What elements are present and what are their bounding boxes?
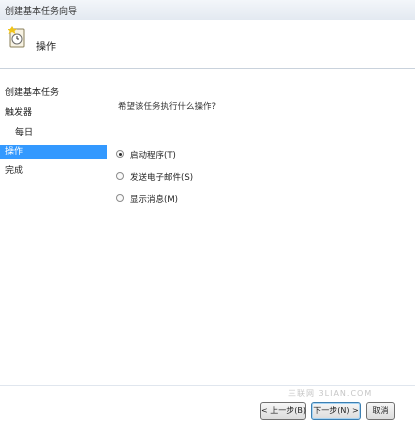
radio-button[interactable] (116, 172, 124, 180)
radio-label: 显示消息(M) (130, 195, 178, 205)
wizard-steps-nav: 创建基本任务 触发器 每日 操作 完成 (0, 86, 107, 386)
nav-item-daily[interactable]: 每日 (0, 126, 107, 140)
radio-label: 发送电子邮件(S) (130, 173, 194, 183)
footer-divider (0, 385, 415, 386)
wizard-content: 希望该任务执行什么操作? 启动程序(T) 发送电子邮件(S) 显示消息(M) (108, 68, 415, 398)
cancel-button[interactable]: 取消 (366, 402, 395, 420)
title-bar: 创建基本任务向导 (0, 0, 415, 20)
nav-item-trigger[interactable]: 触发器 (0, 106, 107, 120)
radio-button[interactable] (116, 194, 124, 202)
nav-item-create-basic-task[interactable]: 创建基本任务 (0, 86, 107, 100)
window-title: 创建基本任务向导 (5, 7, 78, 17)
action-question: 希望该任务执行什么操作? (118, 102, 217, 112)
nav-item-finish[interactable]: 完成 (0, 164, 107, 178)
nav-item-label: 操作 (5, 147, 24, 157)
task-scheduler-icon (8, 26, 25, 48)
next-button[interactable]: 下一步(N) > (311, 402, 361, 420)
page-heading: 操作 (36, 42, 56, 53)
watermark: 三联网 3LIAN.COM (288, 389, 373, 398)
nav-item-action[interactable]: 操作 (0, 145, 107, 159)
nav-item-label: 完成 (5, 166, 24, 176)
nav-item-label: 每日 (15, 128, 34, 138)
nav-item-label: 创建基本任务 (5, 88, 60, 98)
radio-button[interactable] (116, 150, 124, 158)
nav-item-label: 触发器 (5, 108, 33, 118)
radio-label: 启动程序(T) (130, 151, 176, 161)
wizard-header: 操作 (0, 20, 415, 69)
back-button[interactable]: < 上一步(B) (260, 402, 306, 420)
